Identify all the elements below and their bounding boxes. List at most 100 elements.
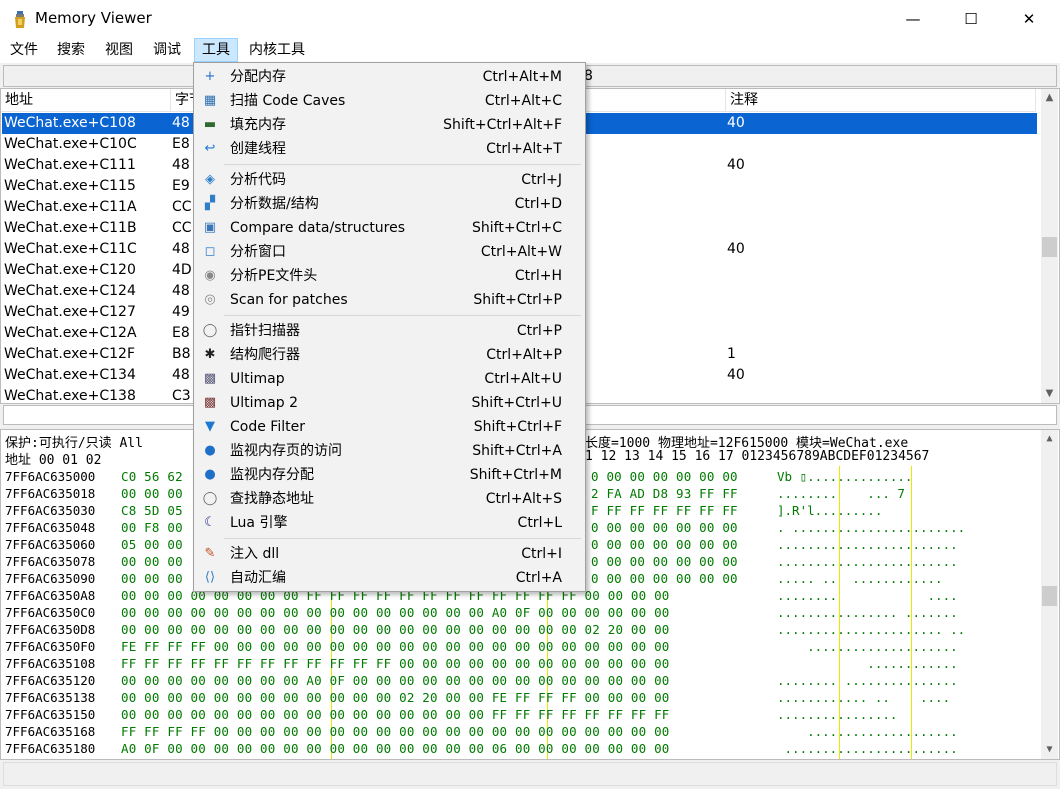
menu-file[interactable]: 文件 <box>3 38 45 62</box>
hex-row-address: 7FF6AC635078 <box>5 554 96 569</box>
hex-row-address: 7FF6AC635048 <box>5 520 96 535</box>
menu-item-ultimap[interactable]: ▩ Ultimap Ctrl+Alt+U <box>196 367 583 391</box>
menu-item-scan-patches[interactable]: ◎ Scan for patches Shift+Ctrl+P <box>196 288 583 312</box>
row-address: WeChat.exe+C120 <box>4 262 136 278</box>
hex-column-header: 地址 00 01 02 <box>5 453 102 468</box>
hex-scrollbar[interactable]: ▲ ▼ <box>1041 430 1058 759</box>
minimize-button[interactable]: — <box>884 0 942 38</box>
menu-item-dissect-data[interactable]: ▞ 分析数据/结构 Ctrl+D <box>196 192 583 216</box>
menu-search[interactable]: 搜索 <box>50 38 92 62</box>
hex-row-bytes: 05 00 00 <box>121 537 183 552</box>
hex-row-ascii: ....................... <box>777 741 958 756</box>
menu-item-find-static[interactable]: ◯ 查找静态地址 Ctrl+Alt+S <box>196 487 583 511</box>
menu-item-fill-memory[interactable]: ▬ 填充内存 Shift+Ctrl+Alt+F <box>196 113 583 137</box>
row-address: WeChat.exe+C127 <box>4 304 136 320</box>
menu-item-label: 自动汇编 <box>230 570 286 586</box>
fill-memory-icon: ▬ <box>203 117 217 132</box>
menu-item-shortcut: Shift+Ctrl+P <box>473 292 562 308</box>
menu-item-label: Lua 引擎 <box>230 515 288 531</box>
menu-item-code-filter[interactable]: ▼ Code Filter Shift+Ctrl+F <box>196 415 583 439</box>
hex-row-address: 7FF6AC635030 <box>5 503 96 518</box>
menu-item-compare-data[interactable]: ▣ Compare data/structures Shift+Ctrl+C <box>196 216 583 240</box>
scroll-thumb[interactable] <box>1042 586 1057 606</box>
menu-item-shortcut: Shift+Ctrl+A <box>472 443 562 459</box>
menu-item-shortcut: Ctrl+Alt+C <box>484 93 562 109</box>
row-comment: 1 <box>727 346 736 362</box>
hex-row[interactable]: 7FF6AC635120 00 00 00 00 00 00 00 00 A0 0… <box>5 672 1035 689</box>
menu-item-shortcut: Ctrl+Alt+U <box>484 371 562 387</box>
hex-row[interactable]: 7FF6AC635108 FF FF FF FF FF FF FF FF FF F… <box>5 655 1035 672</box>
menu-item-shortcut: Ctrl+D <box>514 196 562 212</box>
scroll-up-icon[interactable]: ▲ <box>1041 430 1058 447</box>
hex-row[interactable]: 7FF6AC6350F0 FE FF FF FF 00 00 00 00 00 0… <box>5 638 1035 655</box>
row-bytes: 48 <box>172 241 190 257</box>
hex-row[interactable]: 7FF6AC635180 A0 0F 00 00 00 00 00 00 00 0… <box>5 740 1035 757</box>
menu-item-shortcut: Ctrl+A <box>515 570 562 586</box>
row-bytes: 48 <box>172 367 190 383</box>
menu-kernel-tools[interactable]: 内核工具 <box>242 38 312 62</box>
hex-row[interactable]: 7FF6AC635138 00 00 00 00 00 00 00 00 00 0… <box>5 689 1035 706</box>
menu-item-shortcut: Ctrl+Alt+P <box>486 347 562 363</box>
hex-row-bytes: C0 56 62 <box>121 469 183 484</box>
hex-row[interactable]: 7FF6AC6350C0 00 00 00 00 00 00 00 00 00 0… <box>5 604 1035 621</box>
hex-row-ascii: Vb ▯.............. <box>777 469 913 484</box>
hex-row-address: 7FF6AC635120 <box>5 673 96 688</box>
menu-item-label: 扫描 Code Caves <box>230 93 346 109</box>
row-address: WeChat.exe+C108 <box>4 115 136 131</box>
menu-item-label: 查找静态地址 <box>230 491 314 507</box>
menu-item-auto-assemble[interactable]: ⟨⟩ 自动汇编 Ctrl+A <box>196 566 583 590</box>
menu-item-allocate-memory[interactable]: + 分配内存 Ctrl+Alt+M <box>196 65 583 89</box>
menu-item-pointer-scanner[interactable]: ◯ 指针扫描器 Ctrl+P <box>196 319 583 343</box>
row-bytes: E9 <box>172 178 190 194</box>
row-address: WeChat.exe+C11A <box>4 199 137 215</box>
column-header-address[interactable]: 地址 <box>1 89 171 112</box>
hex-row[interactable]: 7FF6AC635150 00 00 00 00 00 00 00 00 00 0… <box>5 706 1035 723</box>
hex-row-bytes-tail: 0 00 00 00 00 00 00 <box>591 571 738 586</box>
code-caves-icon: ▦ <box>203 93 217 108</box>
column-header-comment[interactable]: 注释 <box>726 89 1036 112</box>
row-bytes: 49 <box>172 304 190 320</box>
hex-row-ascii: .................... <box>777 639 958 654</box>
menu-item-watch-page-access[interactable]: ● 监视内存页的访问 Shift+Ctrl+A <box>196 439 583 463</box>
menu-item-label: 创建线程 <box>230 141 286 157</box>
menu-debug[interactable]: 调试 <box>146 38 188 62</box>
disasm-scrollbar[interactable]: ▲ ▼ <box>1041 89 1058 403</box>
menu-item-structure-spider[interactable]: ✱ 结构爬行器 Ctrl+Alt+P <box>196 343 583 367</box>
hex-row-address: 7FF6AC6350F0 <box>5 639 96 654</box>
menu-item-label: 填充内存 <box>230 117 286 133</box>
hex-row-bytes: 00 00 00 00 00 00 00 00 00 00 00 00 02 2… <box>121 690 670 705</box>
menu-view[interactable]: 视图 <box>98 38 140 62</box>
hex-row-ascii: ].R'l......... <box>777 503 883 518</box>
scroll-up-icon[interactable]: ▲ <box>1041 89 1058 106</box>
menu-item-ultimap2[interactable]: ▩ Ultimap 2 Shift+Ctrl+U <box>196 391 583 415</box>
menu-item-dissect-window[interactable]: ◻ 分析窗口 Ctrl+Alt+W <box>196 240 583 264</box>
row-address: WeChat.exe+C12A <box>4 325 137 341</box>
menu-item-code-caves[interactable]: ▦ 扫描 Code Caves Ctrl+Alt+C <box>196 89 583 113</box>
hex-row-ascii: ............ .. .... <box>777 690 951 705</box>
scroll-thumb[interactable] <box>1042 237 1057 257</box>
menu-item-inject-dll[interactable]: ✎ 注入 dll Ctrl+I <box>196 542 583 566</box>
menu-item-dissect-code[interactable]: ◈ 分析代码 Ctrl+J <box>196 168 583 192</box>
maximize-button[interactable]: ☐ <box>942 0 1000 38</box>
menu-item-watch-allocations[interactable]: ● 监视内存分配 Shift+Ctrl+M <box>196 463 583 487</box>
row-comment: 40 <box>727 367 745 383</box>
menu-item-lua-engine[interactable]: ☾ Lua 引擎 Ctrl+L <box>196 511 583 535</box>
menu-tools[interactable]: 工具 <box>194 38 238 62</box>
watch-page-access-icon: ● <box>204 443 216 458</box>
code-filter-icon: ▼ <box>205 419 215 434</box>
menu-item-dissect-pe[interactable]: ◉ 分析PE文件头 Ctrl+H <box>196 264 583 288</box>
hex-row[interactable]: 7FF6AC635168 FF FF FF FF 00 00 00 00 00 0… <box>5 723 1035 740</box>
scroll-down-icon[interactable]: ▼ <box>1041 741 1058 758</box>
hex-row[interactable]: 7FF6AC6350D8 00 00 00 00 00 00 00 00 00 0… <box>5 621 1035 638</box>
hex-row-address: 7FF6AC635180 <box>5 741 96 756</box>
menu-item-create-thread[interactable]: ↩ 创建线程 Ctrl+Alt+T <box>196 137 583 161</box>
compare-data-icon: ▣ <box>203 220 217 235</box>
menu-separator <box>224 538 581 539</box>
hex-row-ascii: ........ ... 7 <box>777 486 905 501</box>
dissect-code-icon: ◈ <box>205 172 215 187</box>
menu-item-shortcut: Ctrl+Alt+M <box>482 69 562 85</box>
close-button[interactable]: ✕ <box>1000 0 1058 38</box>
row-bytes: E8 <box>172 325 190 341</box>
hex-row-bytes-tail: 0 00 00 00 00 00 00 <box>591 537 738 552</box>
scroll-down-icon[interactable]: ▼ <box>1041 385 1058 402</box>
